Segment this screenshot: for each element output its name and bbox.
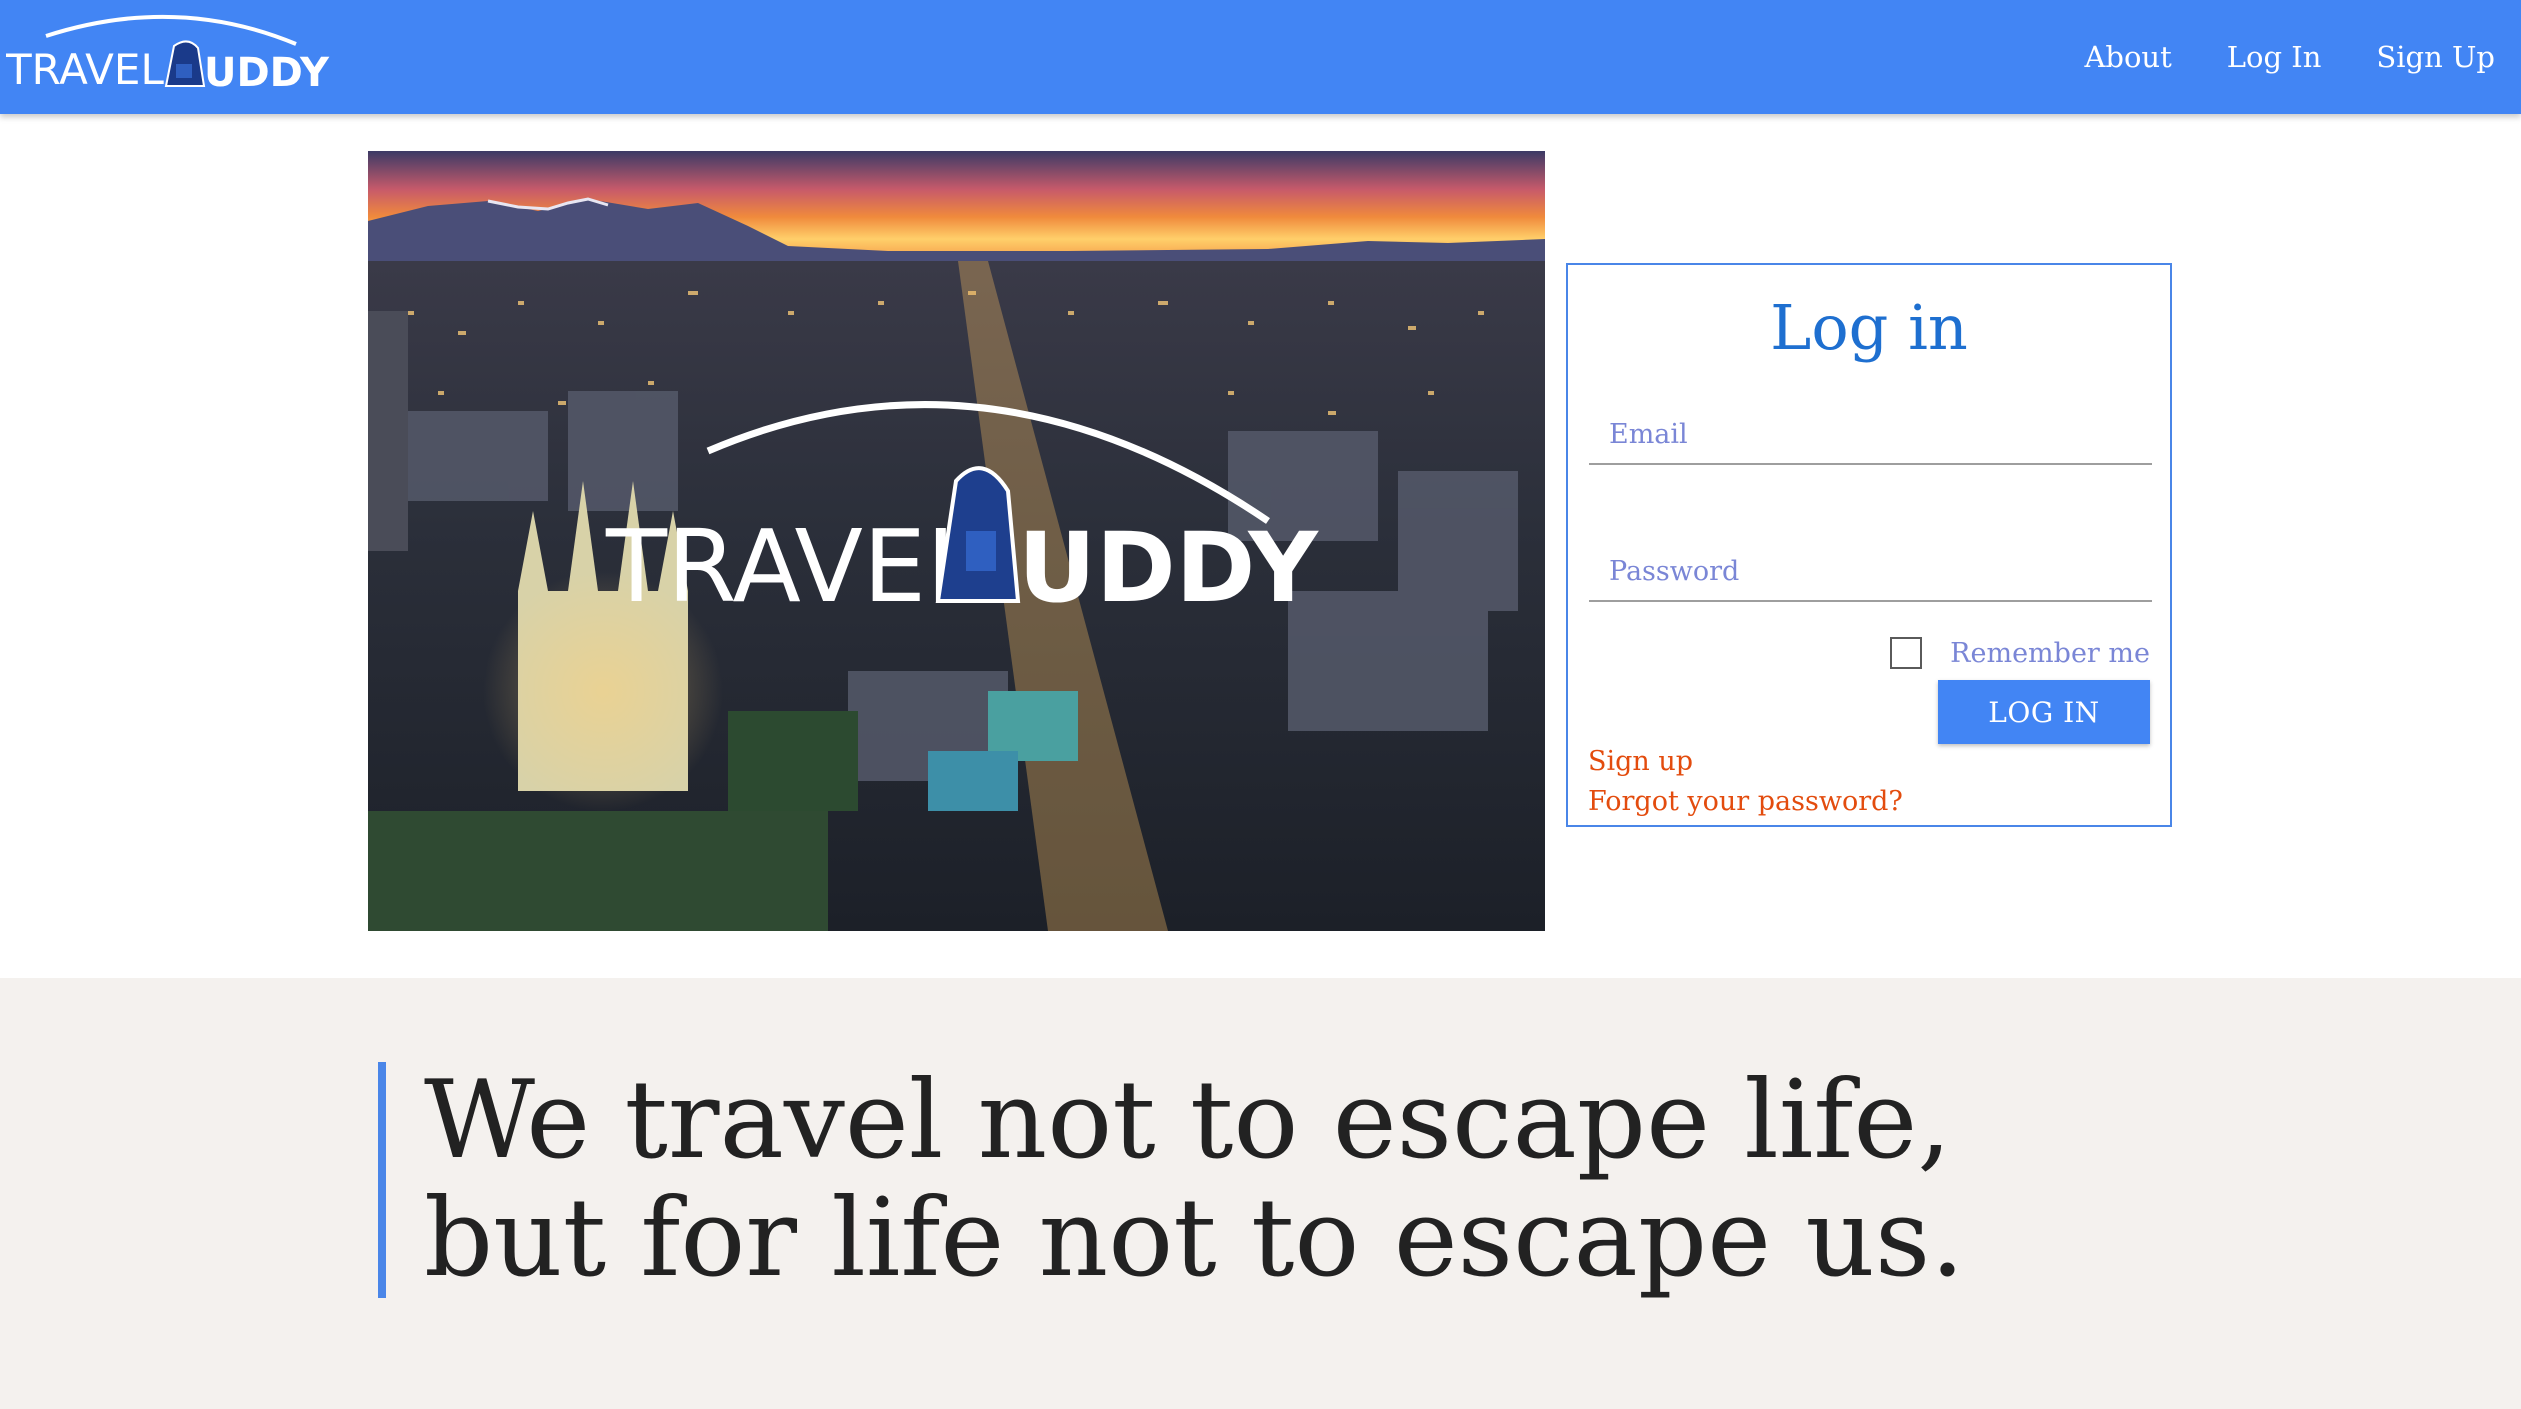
backpack-icon [164,40,206,87]
hero-logo-right: UDDY [1018,512,1319,624]
brand-name-right: UDDY [204,50,330,94]
remember-me-label[interactable]: Remember me [1950,638,2150,669]
hero-logo-left: TRAVEL [605,508,982,625]
remember-me-row: Remember me [1890,637,2150,669]
nav-about-link[interactable]: About [2084,40,2171,74]
remember-me-checkbox[interactable] [1890,637,1923,669]
brand-logo[interactable]: TRAVEL UDDY [6,6,336,94]
login-form: Log in Remember me LOG IN Sign up Forgot… [1566,263,2172,827]
quote-section: We travel not to escape life, but for li… [0,978,2521,1409]
quote-line-1: We travel not to escape life, [424,1058,1952,1183]
email-field[interactable] [1589,405,2152,465]
login-title: Log in [1770,291,1968,364]
nav-signup-link[interactable]: Sign Up [2376,40,2495,74]
nav-links: About Log In Sign Up [2084,0,2495,114]
signup-link[interactable]: Sign up [1588,746,1693,777]
hero-city-image: TRAVEL UDDY [368,151,1545,931]
forgot-password-link[interactable]: Forgot your password? [1588,786,1903,817]
top-navbar: TRAVEL UDDY About Log In Sign Up [0,0,2521,114]
login-button[interactable]: LOG IN [1938,680,2150,744]
password-field[interactable] [1589,542,2152,602]
brand-name-left: TRAVEL [6,45,164,94]
quote-line-2: but for life not to escape us. [424,1176,1965,1301]
nav-login-link[interactable]: Log In [2227,40,2322,74]
travel-quote: We travel not to escape life, but for li… [378,1062,2124,1298]
